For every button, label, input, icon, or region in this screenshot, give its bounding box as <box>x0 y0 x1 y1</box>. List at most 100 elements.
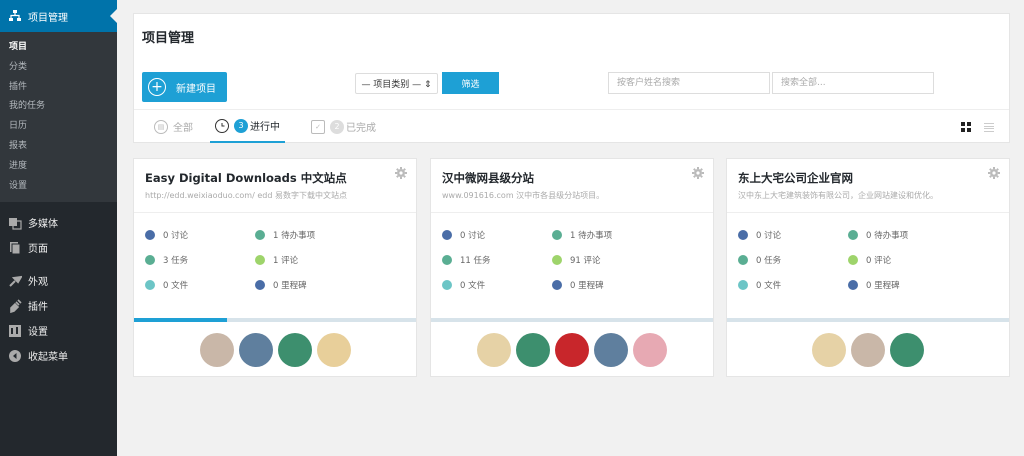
progress-bar <box>431 318 713 322</box>
stat-dot-icon <box>442 230 452 240</box>
avatar[interactable] <box>277 332 312 367</box>
gear-icon[interactable] <box>692 167 704 179</box>
todos-stat[interactable]: 1 待办事项 <box>552 229 612 241</box>
sidebar-item-appearance[interactable]: 外观 <box>0 268 117 293</box>
files-stat[interactable]: 0 文件 <box>442 279 485 291</box>
submenu-item-reports[interactable]: 报表 <box>0 137 117 157</box>
submenu-item-projects[interactable]: 项目 <box>0 38 117 58</box>
tasks-stat[interactable]: 11 任务 <box>442 254 491 266</box>
stat-dot-icon <box>848 280 858 290</box>
progress-bar <box>134 318 416 322</box>
plus-circle-icon: + <box>148 78 166 96</box>
stat-text: 0 文件 <box>756 281 782 291</box>
avatar[interactable] <box>633 332 667 367</box>
stat-text: 1 待办事项 <box>273 231 316 241</box>
stat-text: 0 讨论 <box>460 231 486 241</box>
avatar[interactable] <box>477 332 511 367</box>
avatar[interactable] <box>812 332 846 367</box>
all-icon: ▤ <box>154 119 168 134</box>
stat-dot-icon <box>145 230 155 240</box>
avatar[interactable] <box>851 332 885 367</box>
sidebar-item-plugins[interactable]: 插件 <box>0 293 117 318</box>
project-card[interactable]: Easy Digital Downloads 中文站点 http://edd.w… <box>133 158 417 377</box>
submenu-item-progress[interactable]: 进度 <box>0 157 117 177</box>
avatar[interactable] <box>316 332 351 367</box>
project-title[interactable]: 汉中微网县级分站 <box>442 170 702 186</box>
sidebar-item-collapse[interactable]: 收起菜单 <box>0 343 117 368</box>
stat-dot-icon <box>738 255 748 265</box>
settings-icon <box>8 324 22 338</box>
stat-dot-icon <box>738 280 748 290</box>
avatar[interactable] <box>890 332 924 367</box>
tab-label: 进行中 <box>250 122 280 133</box>
sidebar-item-pages[interactable]: 页面 <box>0 235 117 260</box>
tab-all[interactable]: ▤ 全部 <box>154 110 193 143</box>
stat-dot-icon <box>442 255 452 265</box>
stat-dot-icon <box>552 255 562 265</box>
admin-sidebar: 项目管理 项目 分类 插件 我的任务 日历 报表 进度 设置 多媒体 页面 外观… <box>0 0 117 456</box>
stat-dot-icon <box>255 255 265 265</box>
stat-text: 0 文件 <box>460 281 486 291</box>
milestones-stat[interactable]: 0 里程碑 <box>552 279 604 291</box>
sidebar-item-settings[interactable]: 设置 <box>0 318 117 343</box>
stat-text: 0 里程碑 <box>570 281 604 291</box>
checkbox-icon: ✓ <box>311 119 325 134</box>
stat-dot-icon <box>255 230 265 240</box>
filter-button[interactable]: 筛选 <box>442 72 499 94</box>
todos-stat[interactable]: 0 待办事项 <box>848 229 908 241</box>
submenu-item-plugins[interactable]: 插件 <box>0 78 117 98</box>
submenu-item-categories[interactable]: 分类 <box>0 58 117 78</box>
avatar[interactable] <box>199 332 234 367</box>
project-card[interactable]: 东上大宅公司企业官网 汉中东上大宅建筑装饰有限公司，企业网站建设和优化。 0 讨… <box>726 158 1010 377</box>
project-card[interactable]: 汉中微网县级分站 www.091616.com 汉中市各县级分站项目。 0 讨论… <box>430 158 714 377</box>
milestones-stat[interactable]: 0 里程碑 <box>848 279 900 291</box>
client-search-input[interactable] <box>608 72 770 94</box>
tab-in-progress[interactable]: 3 进行中 <box>210 110 285 143</box>
project-title[interactable]: Easy Digital Downloads 中文站点 <box>145 170 405 186</box>
search-all-input[interactable] <box>772 72 934 94</box>
files-stat[interactable]: 0 文件 <box>738 279 781 291</box>
avatar[interactable] <box>555 332 589 367</box>
stat-dot-icon <box>552 230 562 240</box>
avatar[interactable] <box>238 332 273 367</box>
project-title[interactable]: 东上大宅公司企业官网 <box>738 170 998 186</box>
files-stat[interactable]: 0 文件 <box>145 279 188 291</box>
status-tabs: ▤ 全部 3 进行中 ✓ 2 已完成 <box>134 109 1009 143</box>
project-category-select[interactable]: — 项目类别 — ⇕ <box>355 73 438 94</box>
tasks-stat[interactable]: 3 任务 <box>145 254 188 266</box>
gear-icon[interactable] <box>395 167 407 179</box>
new-project-button[interactable]: + 新建项目 <box>142 72 227 102</box>
submenu-item-calendar[interactable]: 日历 <box>0 117 117 137</box>
tab-completed[interactable]: ✓ 2 已完成 <box>311 110 376 143</box>
grid-view-icon[interactable] <box>961 122 971 132</box>
in-progress-count-badge: 3 <box>234 118 248 133</box>
member-avatars <box>431 322 713 377</box>
sidebar-item-label: 外观 <box>28 277 48 289</box>
avatar[interactable] <box>516 332 550 367</box>
list-view-icon[interactable] <box>984 123 994 132</box>
submenu-item-settings[interactable]: 设置 <box>0 177 117 197</box>
discussions-stat[interactable]: 0 讨论 <box>145 229 188 241</box>
page-title: 项目管理 <box>142 31 195 46</box>
discussions-stat[interactable]: 0 讨论 <box>442 229 485 241</box>
comments-stat[interactable]: 91 评论 <box>552 254 601 266</box>
stat-text: 0 讨论 <box>756 231 782 241</box>
sidebar-item-label: 多媒体 <box>28 219 58 231</box>
stat-dot-icon <box>442 280 452 290</box>
todos-stat[interactable]: 1 待办事项 <box>255 229 315 241</box>
stat-text: 0 讨论 <box>163 231 189 241</box>
discussions-stat[interactable]: 0 讨论 <box>738 229 781 241</box>
comments-stat[interactable]: 1 评论 <box>255 254 298 266</box>
gear-icon[interactable] <box>988 167 1000 179</box>
sidebar-item-media[interactable]: 多媒体 <box>0 210 117 235</box>
project-stats: 0 讨论 1 待办事项 11 任务 91 评论 0 文件 0 里程碑 <box>431 213 713 318</box>
sidebar-item-project-management[interactable]: 项目管理 <box>0 0 117 32</box>
sidebar-item-label: 项目管理 <box>28 12 68 24</box>
comments-stat[interactable]: 0 评论 <box>848 254 891 266</box>
submenu-item-my-tasks[interactable]: 我的任务 <box>0 97 117 117</box>
stat-text: 0 任务 <box>756 256 782 266</box>
avatar[interactable] <box>594 332 628 367</box>
milestones-stat[interactable]: 0 里程碑 <box>255 279 307 291</box>
tasks-stat[interactable]: 0 任务 <box>738 254 781 266</box>
stat-text: 0 里程碑 <box>866 281 900 291</box>
